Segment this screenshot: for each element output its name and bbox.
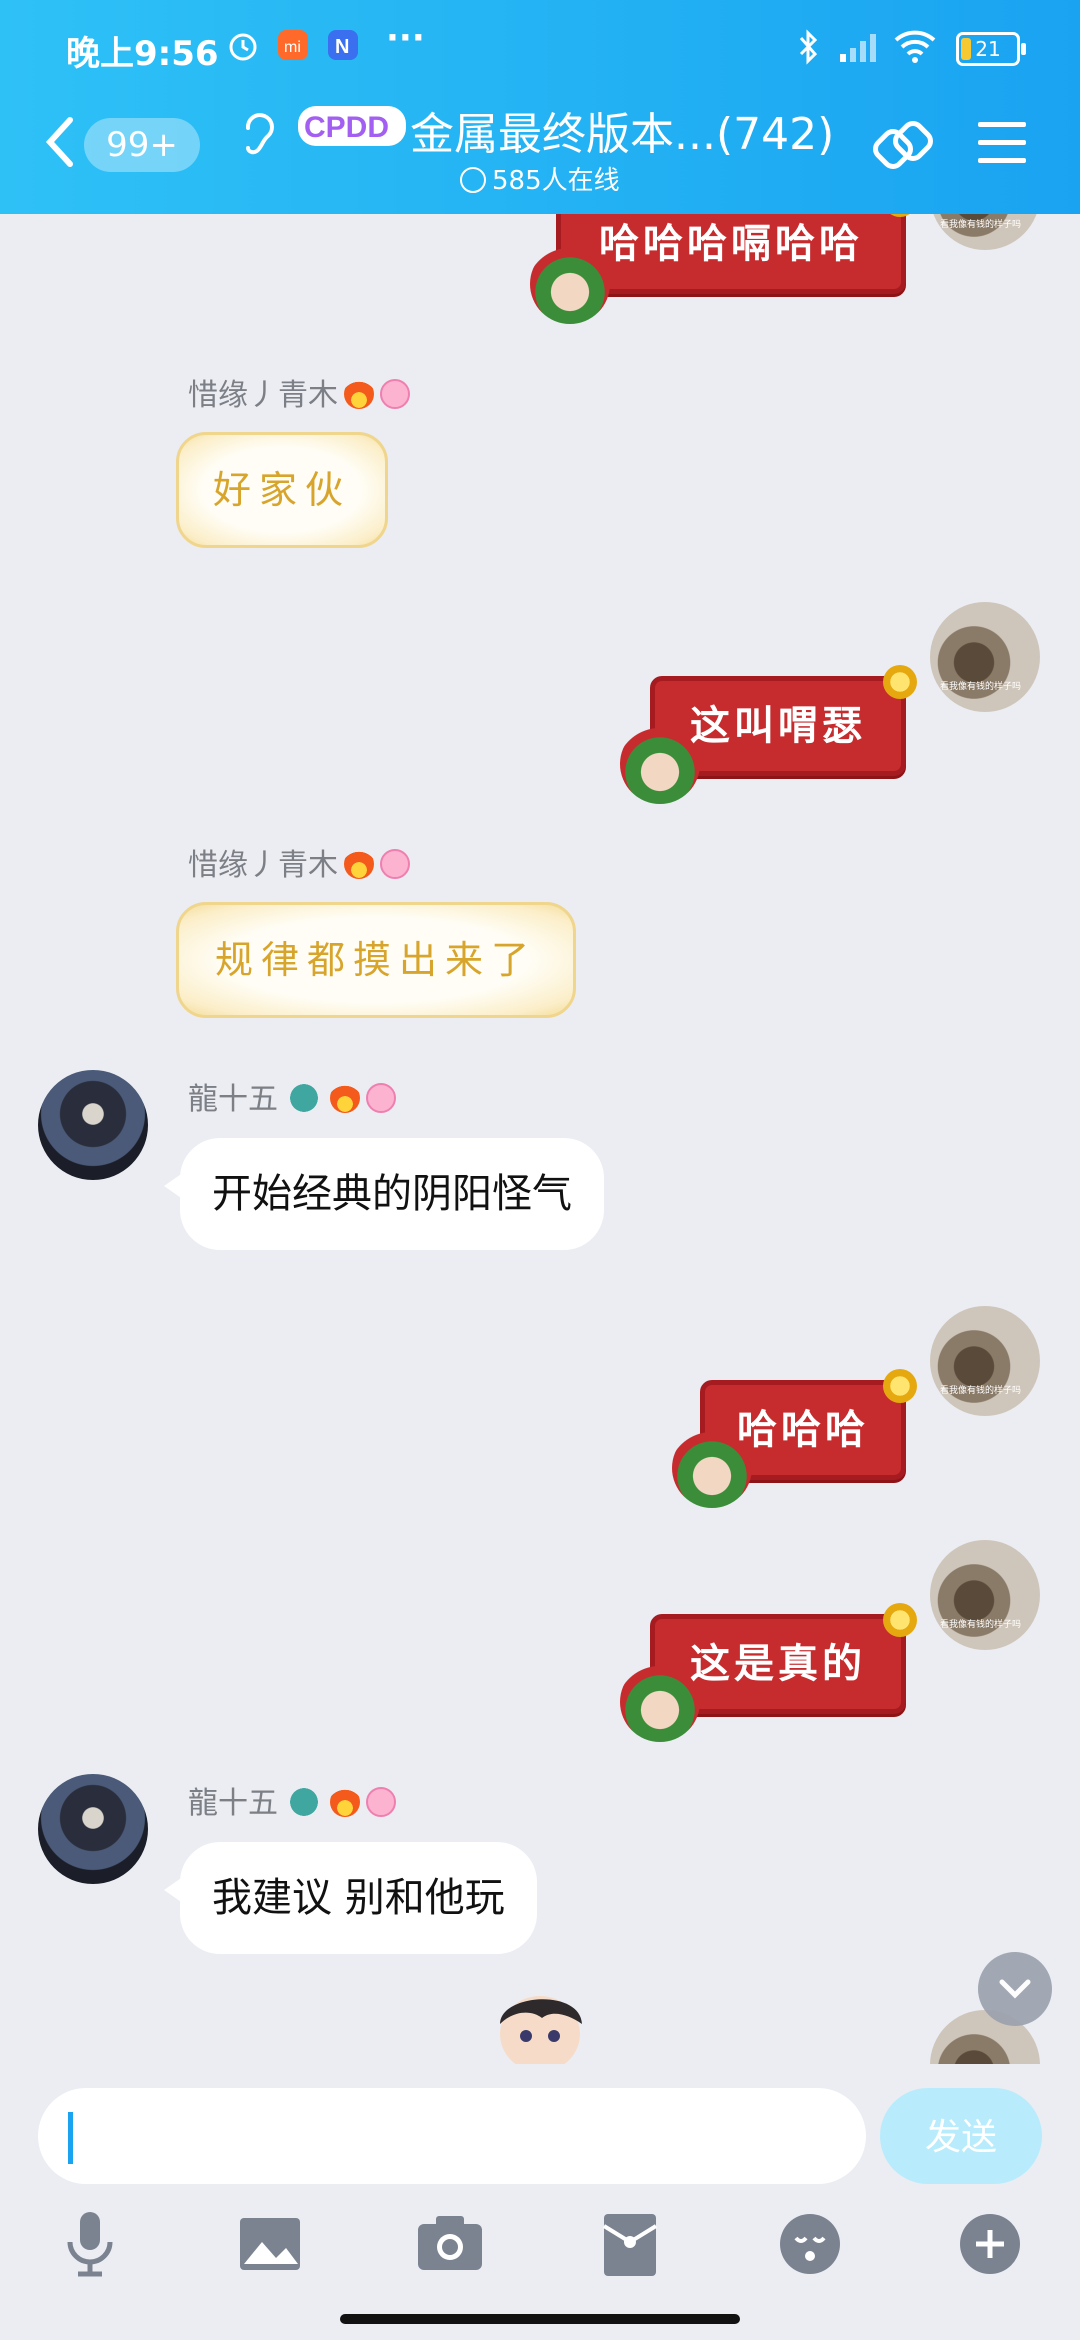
share-link-icon[interactable]	[872, 116, 936, 180]
sender-name: 惜缘丿青木	[188, 370, 410, 414]
signal-icon	[840, 34, 876, 62]
emoji-icon[interactable]	[770, 2204, 850, 2284]
message-input[interactable]	[38, 2088, 866, 2184]
message-text: 我建议 别和他玩	[212, 1875, 505, 1921]
message-text: 这是真的	[690, 1641, 866, 1687]
message-text: 规律都摸出来了	[214, 938, 537, 982]
bell-icon	[883, 665, 917, 699]
message-text: 这叫喟瑟	[690, 703, 866, 749]
status-bar: 晚上9:56 mi N ··· 21	[0, 0, 1080, 96]
scroll-to-bottom-button[interactable]	[978, 1952, 1052, 2026]
image-icon[interactable]	[230, 2204, 310, 2284]
message-bubble[interactable]: 好家伙	[176, 432, 388, 548]
ear-icon[interactable]	[240, 106, 276, 166]
message-text: 哈哈哈嗝哈哈	[599, 221, 863, 267]
fire-badge-icon	[344, 849, 374, 879]
text-caret	[68, 2112, 73, 2164]
unread-count-badge[interactable]: 99+	[84, 118, 200, 172]
cartoon-boy-icon	[500, 1996, 582, 2064]
group-logo-text: CPDD	[304, 111, 389, 144]
smile-badge-icon	[366, 1083, 396, 1113]
self-avatar[interactable]	[930, 214, 1040, 250]
fire-badge-icon	[344, 379, 374, 409]
battery-level: 21	[975, 37, 1001, 61]
online-check-icon	[460, 167, 486, 193]
dragon-badge-icon	[284, 1787, 324, 1817]
message-bubble[interactable]: 规律都摸出来了	[176, 902, 576, 1018]
svg-text:N: N	[335, 36, 349, 58]
battery-indicator: 21	[956, 32, 1026, 66]
fire-badge-icon	[330, 1083, 360, 1113]
bell-icon	[883, 1369, 917, 1403]
fire-badge-icon	[330, 1787, 360, 1817]
smile-badge-icon	[380, 379, 410, 409]
bluetooth-icon	[799, 29, 818, 65]
group-logo-icon: CPDD	[298, 106, 406, 146]
wifi-icon	[894, 30, 936, 63]
chat-header: 晚上9:56 mi N ··· 21 99+ CPDD 金属最终版本...(74…	[0, 0, 1080, 214]
elf-decoration-icon	[672, 1428, 752, 1508]
sender-avatar[interactable]	[38, 1070, 148, 1180]
message-bubble[interactable]: 开始经典的阴阳怪气	[180, 1138, 604, 1250]
sender-name: 龍十五	[188, 1074, 396, 1118]
bell-icon	[883, 1603, 917, 1637]
message-list[interactable]: 哈哈哈嗝哈哈 惜缘丿青木 好家伙 这叫喟瑟 惜缘丿青木 规律都摸出来了 龍十五 …	[0, 214, 1080, 2064]
online-count: 585人在线	[460, 160, 620, 197]
n-app-icon: N	[328, 30, 358, 60]
status-time: 晚上9:56	[66, 34, 219, 74]
sender-avatar[interactable]	[38, 1774, 148, 1884]
sender-name: 惜缘丿青木	[188, 840, 410, 884]
send-button[interactable]: 发送	[880, 2088, 1042, 2184]
elf-decoration-icon	[530, 244, 610, 324]
elf-decoration-icon	[620, 724, 700, 804]
smile-badge-icon	[366, 1787, 396, 1817]
mi-app-icon: mi	[278, 30, 308, 60]
dragon-badge-icon	[284, 1083, 324, 1113]
mic-icon[interactable]	[50, 2204, 130, 2284]
self-avatar[interactable]	[930, 1306, 1040, 1416]
menu-icon[interactable]	[976, 118, 1028, 168]
group-title[interactable]: 金属最终版本...(742)	[410, 98, 834, 162]
message-bubble[interactable]: 我建议 别和他玩	[180, 1842, 537, 1954]
plus-icon[interactable]	[950, 2204, 1030, 2284]
camera-icon[interactable]	[410, 2204, 490, 2284]
elf-decoration-icon	[620, 1662, 700, 1742]
red-packet-icon[interactable]	[590, 2204, 670, 2284]
sender-name: 龍十五	[188, 1778, 396, 1822]
message-text: 好家伙	[212, 468, 351, 512]
message-text: 哈哈哈	[737, 1407, 869, 1453]
alarm-icon	[229, 33, 257, 61]
back-icon[interactable]	[40, 112, 80, 172]
bell-icon	[883, 214, 917, 217]
input-area: 发送	[0, 2064, 1080, 2340]
svg-text:mi: mi	[284, 39, 301, 56]
more-status-icon: ···	[386, 18, 425, 58]
home-indicator[interactable]	[340, 2314, 740, 2324]
message-text: 开始经典的阴阳怪气	[212, 1171, 572, 1217]
smile-badge-icon	[380, 849, 410, 879]
self-avatar[interactable]	[930, 602, 1040, 712]
online-count-text: 585人在线	[492, 166, 620, 196]
self-avatar[interactable]	[930, 1540, 1040, 1650]
